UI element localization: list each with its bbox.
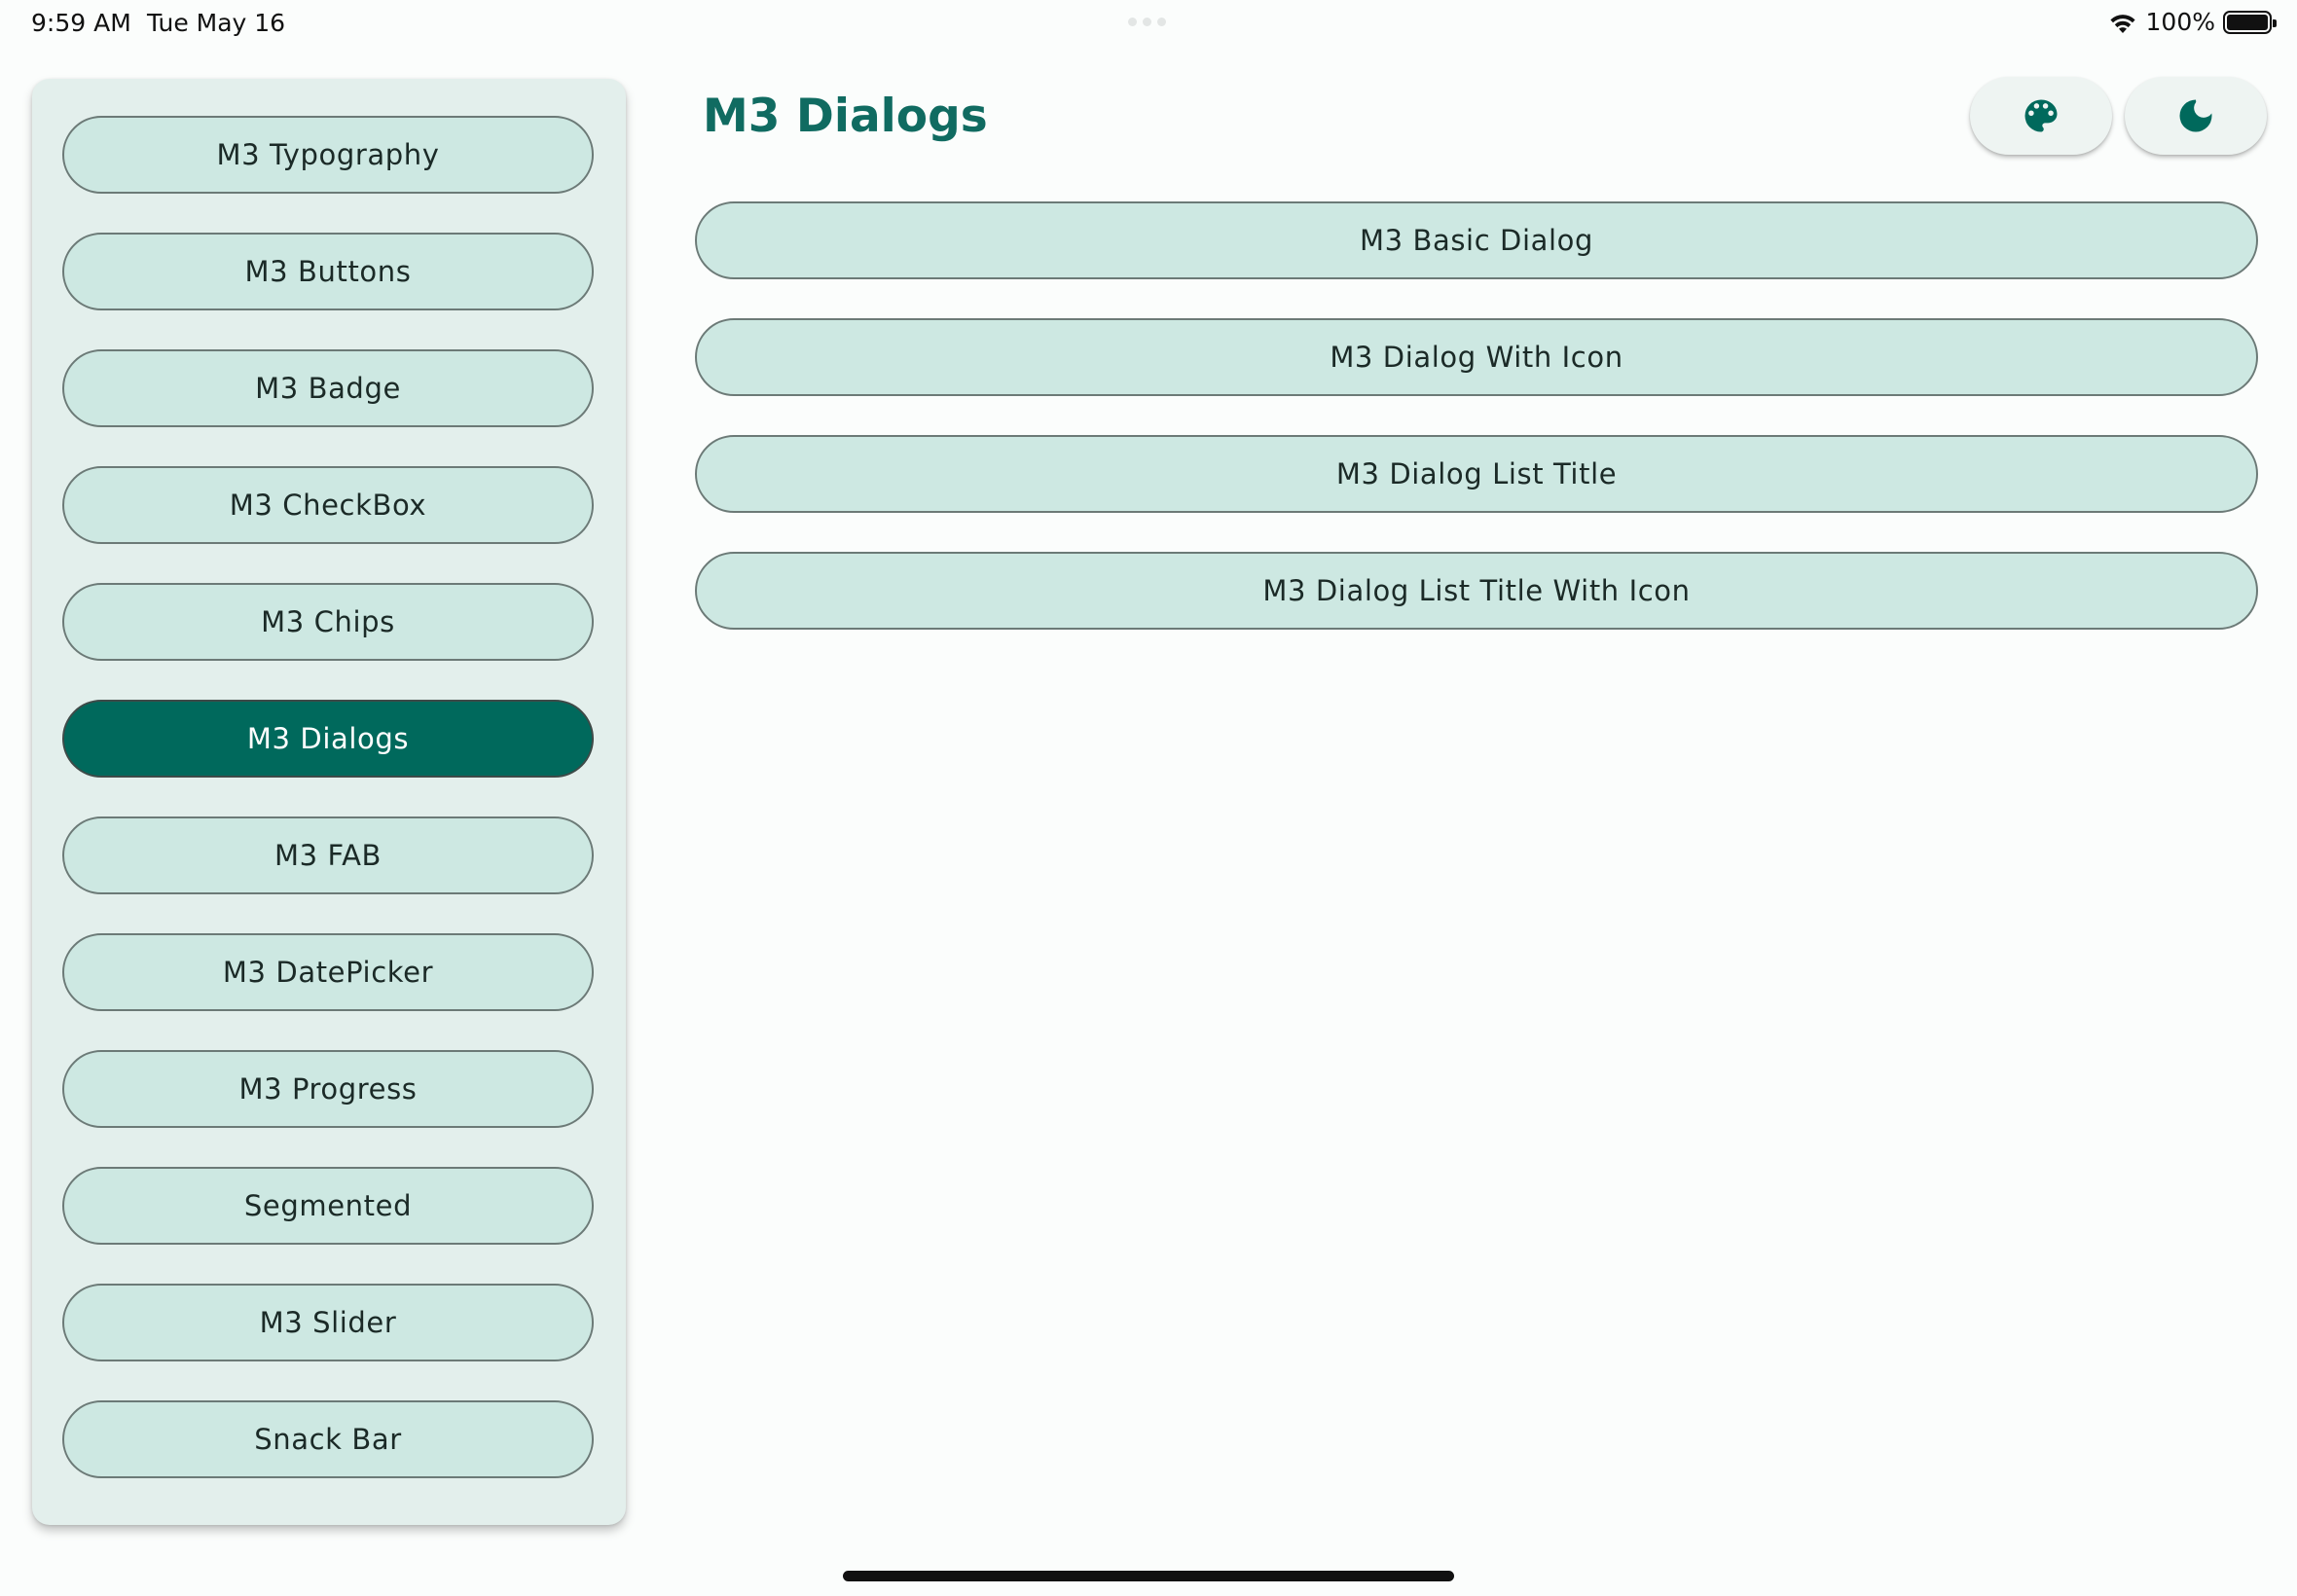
sidebar-item-snack-bar[interactable]: Snack Bar (62, 1400, 594, 1478)
dark-mode-toggle-button[interactable] (2125, 77, 2267, 155)
palette-icon (2024, 99, 2058, 132)
palette-button[interactable] (1970, 77, 2112, 155)
m3-dialog-list-title-button[interactable]: M3 Dialog List Title (695, 435, 2258, 513)
battery-level (2227, 14, 2268, 30)
status-time: 9:59 AM (31, 9, 131, 37)
page-title: M3 Dialogs (703, 90, 988, 143)
sidebar-item-m3-chips[interactable]: M3 Chips (62, 583, 594, 661)
m3-dialog-with-icon-button[interactable]: M3 Dialog With Icon (695, 318, 2258, 396)
battery-icon (2223, 10, 2277, 34)
dark-mode-icon (2179, 99, 2212, 132)
sidebar-item-m3-fab[interactable]: M3 FAB (62, 816, 594, 894)
sidebar-item-segmented[interactable]: Segmented (62, 1167, 594, 1245)
multitasking-dots-icon[interactable] (1128, 18, 1166, 26)
sidebar-item-m3-progress[interactable]: M3 Progress (62, 1050, 594, 1128)
m3-basic-dialog-button[interactable]: M3 Basic Dialog (695, 201, 2258, 279)
wifi-icon (2109, 14, 2135, 33)
sidebar-item-m3-datepicker[interactable]: M3 DatePicker (62, 933, 594, 1011)
navigation-sidebar: M3 Typography M3 Buttons M3 Badge M3 CheckB… (32, 79, 626, 1525)
m3-dialog-list-title-with-icon-button[interactable]: M3 Dialog List Title With Icon (695, 552, 2258, 630)
sidebar-item-m3-dialogs[interactable]: M3 Dialogs (62, 700, 594, 778)
sidebar-item-m3-badge[interactable]: M3 Badge (62, 349, 594, 427)
status-right: 100% (2107, 8, 2277, 36)
dialog-demo-list: M3 Basic Dialog M3 Dialog With Icon M3 Dia… (695, 201, 2258, 669)
nav-list: M3 Typography M3 Buttons M3 Badge M3 CheckB… (62, 116, 596, 1517)
sidebar-item-m3-buttons[interactable]: M3 Buttons (62, 233, 594, 310)
sidebar-item-m3-checkbox[interactable]: M3 CheckBox (62, 466, 594, 544)
sidebar-item-m3-slider[interactable]: M3 Slider (62, 1284, 594, 1361)
home-indicator[interactable] (843, 1571, 1454, 1581)
sidebar-item-m3-typography[interactable]: M3 Typography (62, 116, 594, 194)
battery-percentage: 100% (2145, 8, 2215, 36)
status-bar: 9:59 AM Tue May 16 100% (0, 0, 2297, 47)
status-date: Tue May 16 (147, 9, 286, 37)
